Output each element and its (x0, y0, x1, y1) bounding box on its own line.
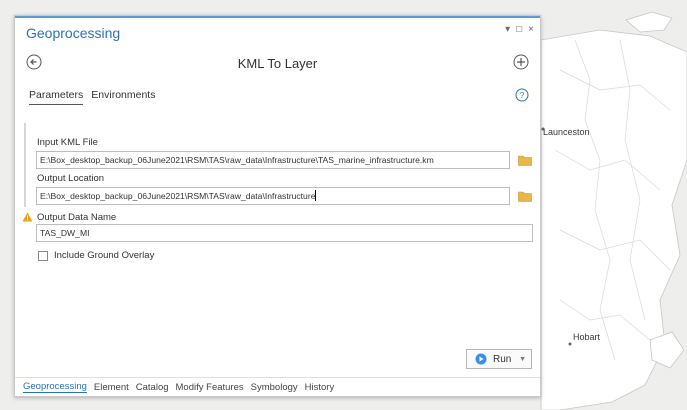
bottom-tab-catalog[interactable]: Catalog (136, 382, 169, 393)
warning-icon (22, 212, 33, 222)
add-icon[interactable] (513, 54, 529, 70)
active-parameter-indicator (24, 123, 26, 207)
map-label-hobart: Hobart (573, 332, 601, 342)
bottom-tab-bar: Geoprocessing Element Catalog Modify Fea… (15, 377, 540, 396)
text-caret (315, 190, 317, 201)
bottom-tab-history[interactable]: History (305, 382, 335, 393)
maximize-button[interactable]: □ (516, 24, 522, 36)
include-ground-overlay-row[interactable]: Include Ground Overlay (38, 250, 154, 261)
bottom-tab-geoprocessing[interactable]: Geoprocessing (23, 381, 87, 393)
output-location-label: Output Location (37, 173, 105, 184)
output-name-label: Output Data Name (37, 212, 117, 223)
folder-icon[interactable] (518, 154, 532, 166)
output-location-value: E:\Box_desktop_backup_06June2021\RSM\TAS… (40, 191, 316, 201)
bottom-tab-modify-features[interactable]: Modify Features (176, 382, 244, 393)
bottom-tab-element[interactable]: Element (94, 382, 129, 393)
run-dropdown-icon[interactable]: ▼ (519, 356, 526, 363)
tool-title: KML To Layer (237, 56, 318, 71)
geoprocessing-pane: Geoprocessing ▾ □ × KML To Layer Paramet… (14, 15, 541, 397)
help-icon[interactable]: ? (515, 88, 529, 102)
hobart-marker (568, 342, 572, 346)
svg-text:?: ? (520, 91, 525, 100)
pane-accent-line (15, 16, 540, 18)
run-icon (475, 353, 487, 365)
output-location-field[interactable]: E:\Box_desktop_backup_06June2021\RSM\TAS… (36, 187, 510, 205)
tab-environments[interactable]: Environments (91, 89, 155, 105)
run-button[interactable]: Run ▼ (466, 349, 532, 369)
include-ground-overlay-checkbox[interactable] (38, 250, 48, 261)
folder-icon[interactable] (518, 190, 532, 202)
run-label: Run (493, 353, 512, 365)
map-label-launceston: Launceston (543, 127, 590, 137)
bottom-tab-symbology[interactable]: Symbology (251, 382, 298, 393)
close-button[interactable]: × (528, 24, 534, 36)
input-kml-label: Input KML File (37, 137, 98, 148)
pane-title: Geoprocessing (26, 25, 121, 41)
tab-parameters[interactable]: Parameters (29, 89, 84, 105)
output-name-field[interactable]: TAS_DW_MI (36, 224, 533, 242)
window-controls: ▾ □ × (505, 24, 534, 36)
include-ground-overlay-label: Include Ground Overlay (54, 250, 155, 261)
parameter-tabs: Parameters Environments (29, 89, 155, 105)
input-kml-field[interactable]: E:\Box_desktop_backup_06June2021\RSM\TAS… (36, 151, 510, 169)
pin-dropdown-button[interactable]: ▾ (505, 24, 510, 36)
